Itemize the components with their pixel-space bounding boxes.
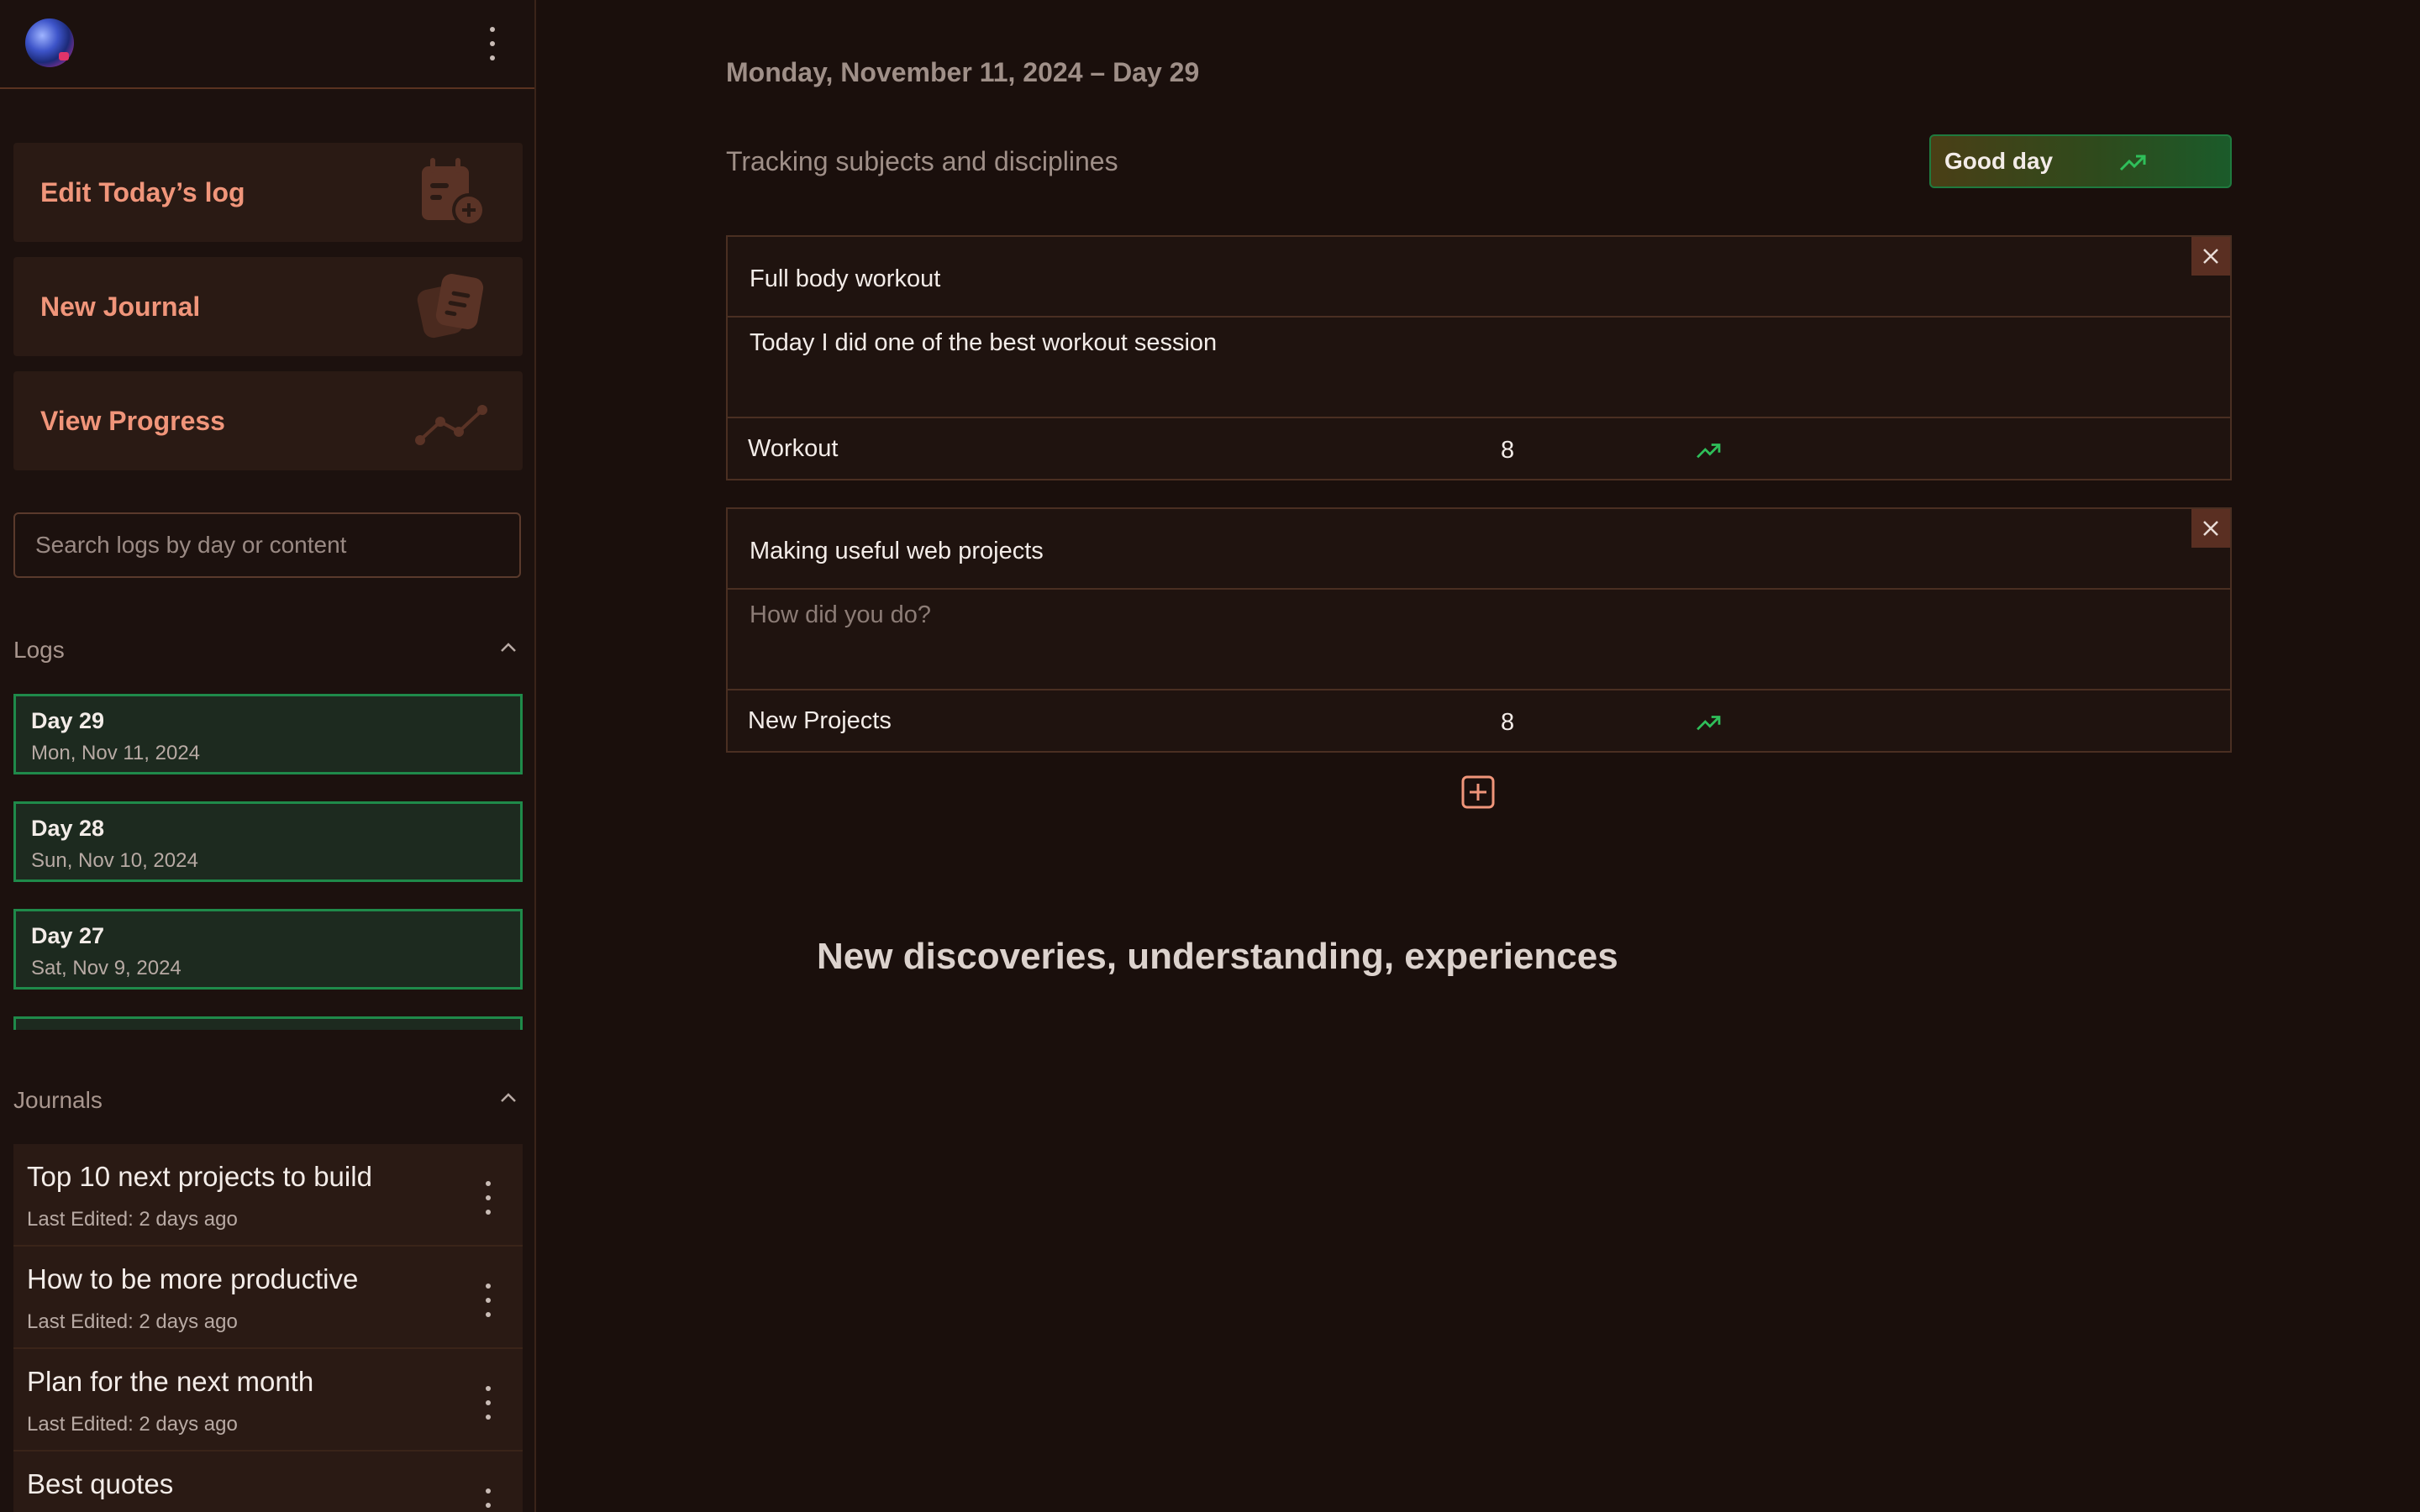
log-date: Sat, Nov 9, 2024	[31, 957, 182, 979]
journal-icon	[417, 274, 484, 339]
divider	[728, 417, 2230, 418]
mood-badge-button[interactable]: Good day	[1929, 134, 2232, 188]
new-journal-label: New Journal	[40, 291, 201, 322]
view-progress-button[interactable]: View Progress	[13, 371, 523, 470]
app-logo[interactable]	[25, 18, 74, 67]
journal-title: Best quotes	[27, 1468, 174, 1499]
edit-todays-log-button[interactable]: Edit Today’s log	[13, 143, 523, 242]
logs-list: Day 29 Mon, Nov 11, 2024 Day 28 Sun, Nov…	[13, 694, 523, 1030]
sidebar-header	[0, 0, 534, 89]
journal-title: Top 10 next projects to build	[27, 1161, 372, 1192]
log-day: Day 29	[31, 708, 105, 733]
trend-up-icon	[1697, 444, 1721, 459]
entry-card: Making useful web projects How did you d…	[726, 507, 2232, 753]
calendar-add-icon	[422, 158, 486, 227]
journal-last-edited: Last Edited: 2 days ago	[27, 1208, 238, 1231]
edit-todays-log-label: Edit Today’s log	[40, 176, 245, 207]
close-icon[interactable]	[2191, 237, 2230, 276]
journal-title: Plan for the next month	[27, 1366, 314, 1397]
journal-item[interactable]: Best quotes	[13, 1452, 523, 1512]
journal-item[interactable]: How to be more productive Last Edited: 2…	[13, 1247, 523, 1349]
journal-more-icon[interactable]	[484, 1181, 492, 1215]
journal-item[interactable]: Plan for the next month Last Edited: 2 d…	[13, 1349, 523, 1452]
journal-item[interactable]: Top 10 next projects to build Last Edite…	[13, 1144, 523, 1247]
search-input[interactable]	[15, 514, 519, 576]
entry-title[interactable]: Full body workout	[750, 265, 940, 293]
close-icon[interactable]	[2191, 509, 2230, 548]
new-journal-button[interactable]: New Journal	[13, 257, 523, 356]
entry-title[interactable]: Making useful web projects	[750, 538, 1044, 565]
log-item-day-27[interactable]: Day 27 Sat, Nov 9, 2024	[13, 909, 523, 990]
sidebar: Edit Today’s log New Journal View Progre…	[0, 0, 536, 1512]
more-options-icon[interactable]	[488, 27, 497, 60]
chevron-up-icon[interactable]	[499, 1089, 518, 1107]
mood-label: Good day	[1944, 148, 2054, 174]
log-item-day-28[interactable]: Day 28 Sun, Nov 10, 2024	[13, 801, 523, 882]
logs-section-title: Logs	[13, 637, 65, 663]
trend-up-icon	[1697, 716, 1721, 731]
log-day: Day 27	[31, 923, 105, 948]
progress-chart-icon	[415, 405, 487, 445]
trend-up-icon	[2119, 155, 2146, 171]
log-date: Sun, Nov 10, 2024	[31, 849, 198, 872]
journal-more-icon[interactable]	[484, 1488, 492, 1512]
log-day: Day 28	[31, 816, 105, 841]
divider	[728, 689, 2230, 690]
entry-card: Full body workout Today I did one of the…	[726, 235, 2232, 480]
entry-metric-label: New Projects	[748, 707, 892, 734]
journal-more-icon[interactable]	[484, 1386, 492, 1420]
journal-title: How to be more productive	[27, 1263, 359, 1294]
page-title: Monday, November 11, 2024 – Day 29	[726, 57, 1200, 87]
discoveries-heading: New discoveries, understanding, experien…	[817, 936, 1618, 977]
journals-section-title: Journals	[13, 1087, 103, 1113]
view-progress-label: View Progress	[40, 405, 225, 436]
search-box	[13, 512, 521, 578]
journal-last-edited: Last Edited: 2 days ago	[27, 1413, 238, 1436]
divider	[728, 588, 2230, 590]
log-item-partial[interactable]	[13, 1016, 523, 1030]
entry-score[interactable]: 8	[1501, 437, 1514, 465]
entry-metric-label: Workout	[748, 435, 839, 462]
add-entry-icon[interactable]	[1460, 774, 1496, 810]
section-subtitle: Tracking subjects and disciplines	[726, 146, 1118, 176]
journal-last-edited: Last Edited: 2 days ago	[27, 1310, 238, 1333]
chevron-up-icon[interactable]	[499, 638, 518, 657]
entry-notes-placeholder[interactable]: How did you do?	[750, 601, 931, 629]
entry-notes[interactable]: Today I did one of the best workout sess…	[750, 329, 1217, 357]
log-item-day-29[interactable]: Day 29 Mon, Nov 11, 2024	[13, 694, 523, 774]
entry-score[interactable]: 8	[1501, 709, 1514, 737]
log-date: Mon, Nov 11, 2024	[31, 742, 201, 764]
divider	[728, 316, 2230, 318]
journal-more-icon[interactable]	[484, 1284, 492, 1317]
